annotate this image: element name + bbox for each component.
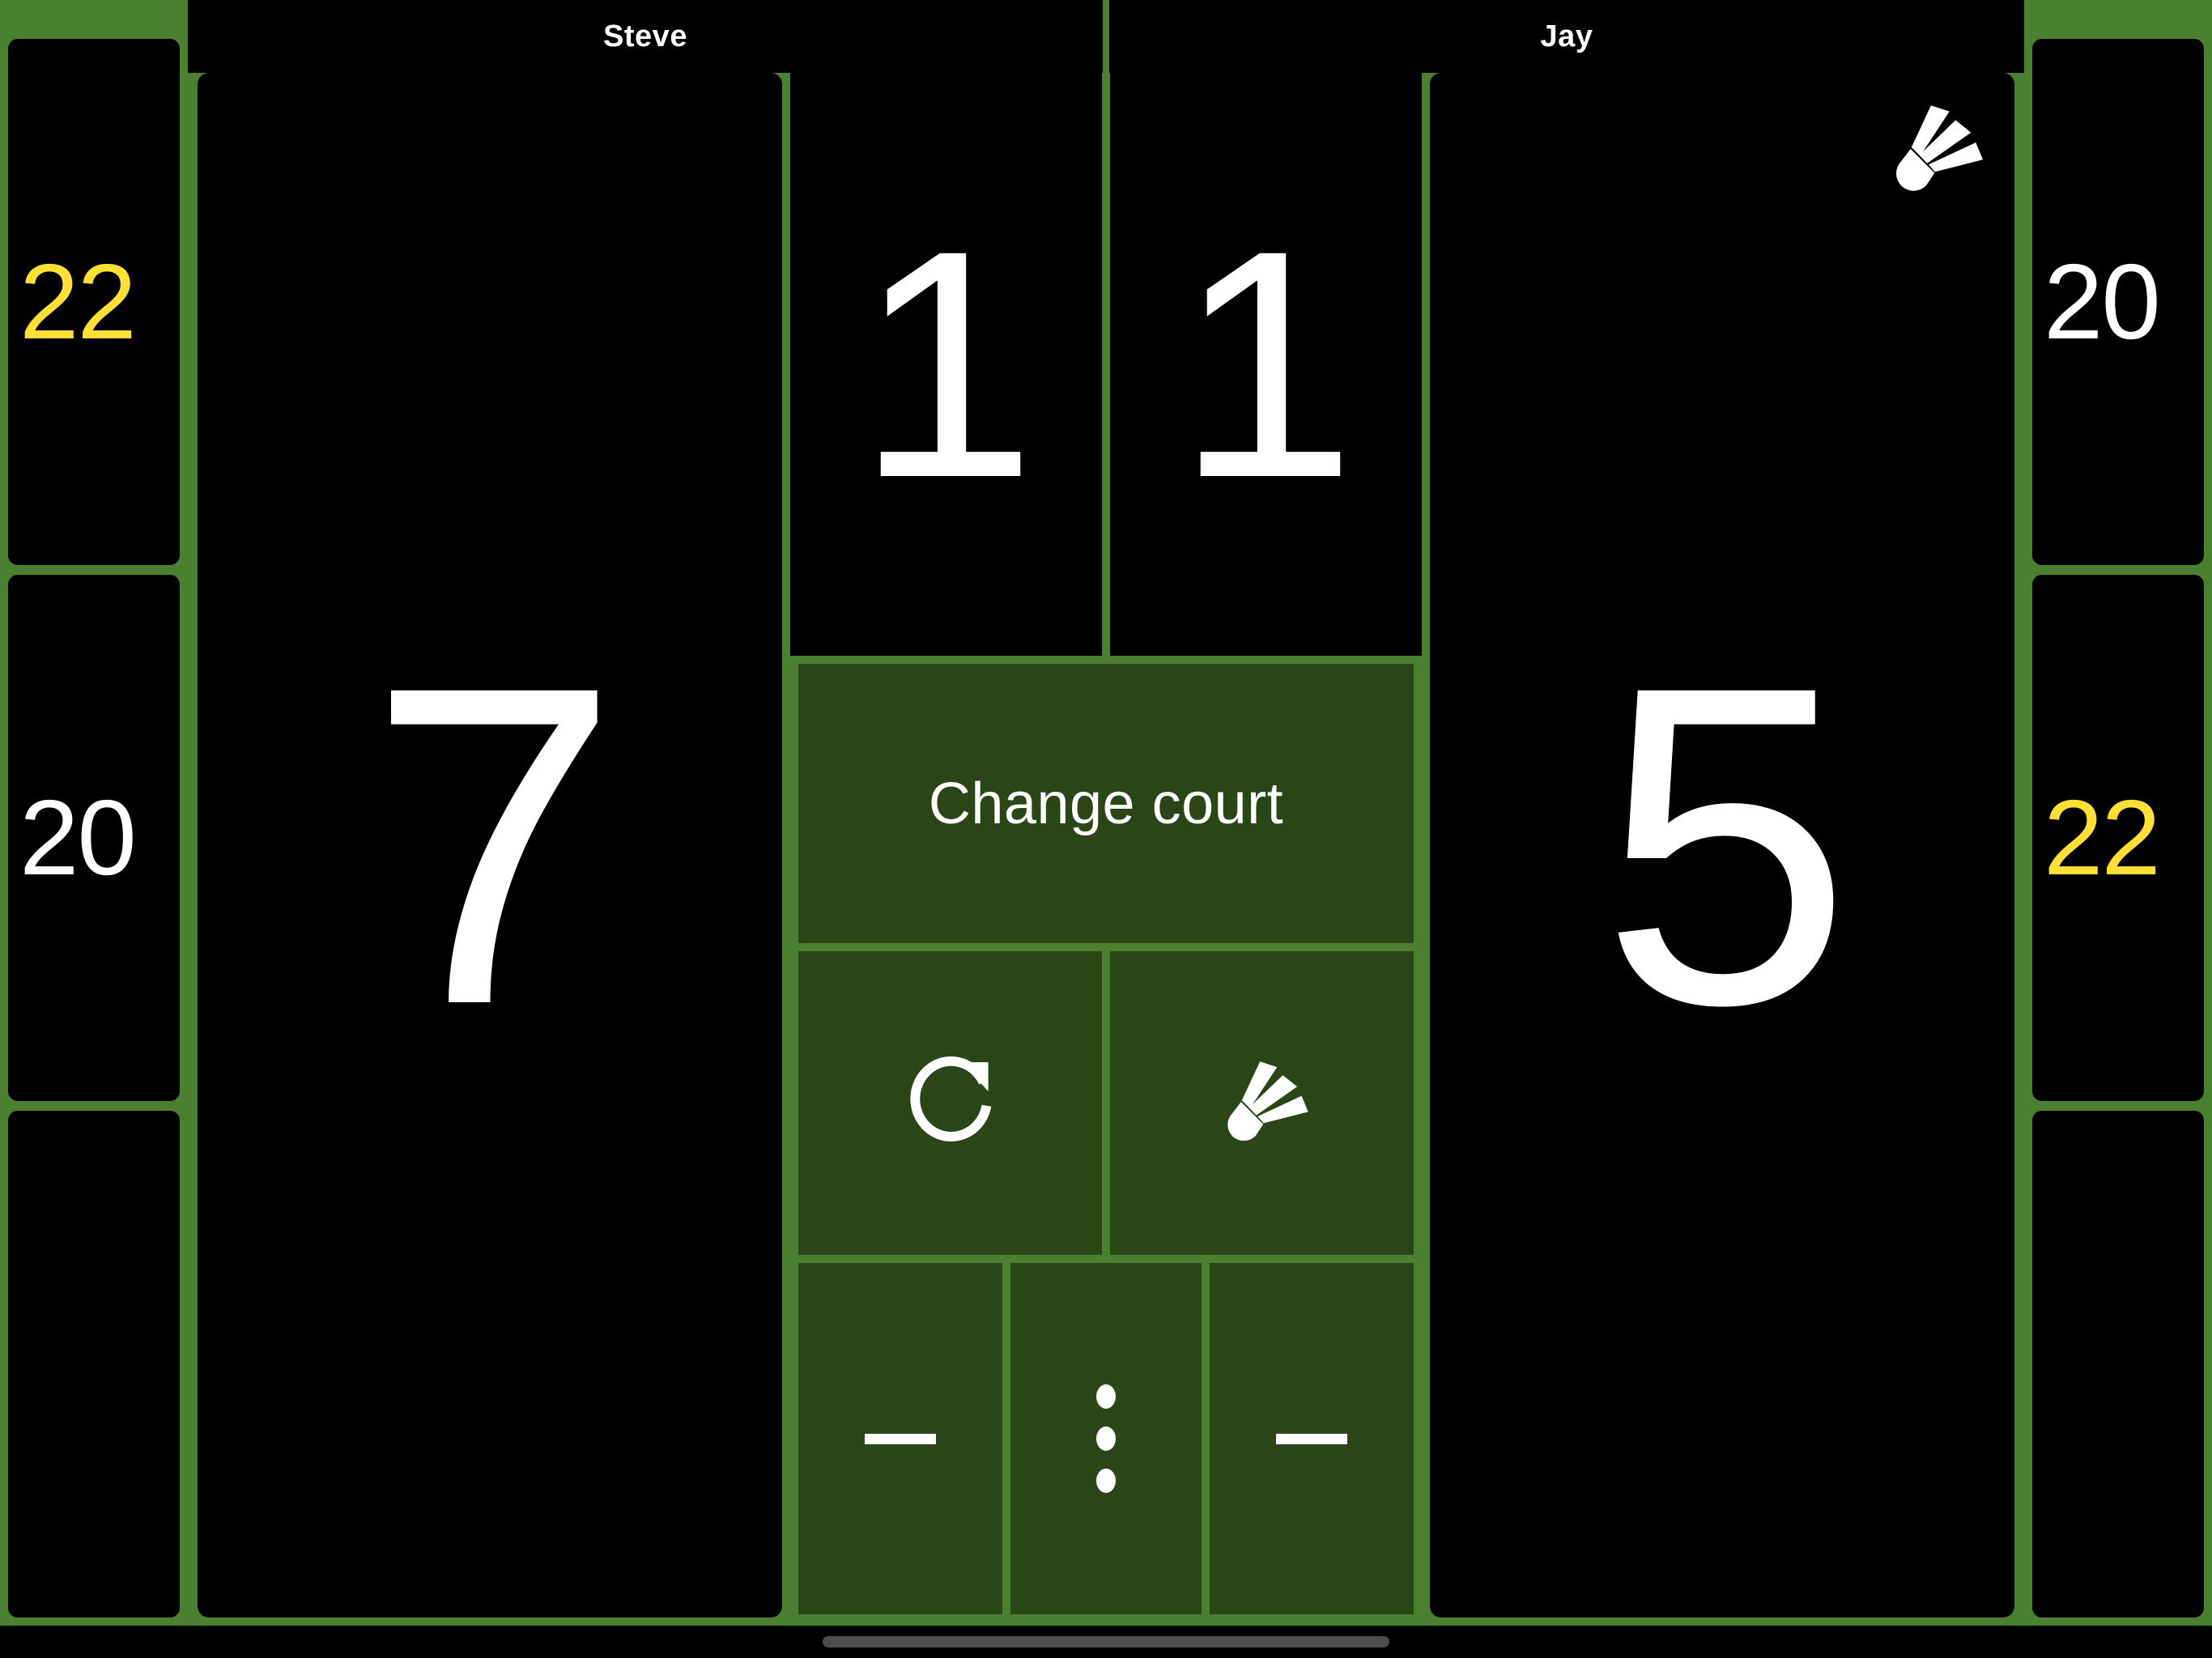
right-decrement-button[interactable] [1210, 1263, 1414, 1614]
decrement-and-menu-row [798, 1263, 1414, 1614]
left-history-value-1: 22 [19, 242, 137, 361]
right-player-sets-won: 1 [1110, 73, 1422, 656]
right-history-value-2: 22 [2044, 778, 2161, 897]
serve-toggle-button[interactable] [1110, 951, 1414, 1255]
name-separator [1103, 0, 1109, 73]
right-history-cell-1[interactable]: 20 [2032, 39, 2204, 565]
system-home-indicator-area [0, 1626, 2212, 1658]
badminton-scoreboard-app: 22 20 Steve Jay 7 1 1 Change court 5 20 … [0, 0, 2212, 1658]
left-decrement-button[interactable] [798, 1263, 1002, 1614]
right-history-value-1: 20 [2044, 242, 2161, 361]
minus-icon [1276, 1433, 1347, 1444]
sets-won-row: 1 1 [790, 73, 1422, 664]
right-player-score: 5 [1600, 592, 1852, 1099]
scoreboard-board: 22 20 Steve Jay 7 1 1 Change court 5 20 … [0, 0, 2212, 1626]
shuttlecock-icon [1210, 1051, 1315, 1156]
home-indicator-bar[interactable] [823, 1636, 1389, 1647]
shuttlecock-icon [1877, 94, 1990, 207]
right-history-cell-2[interactable]: 22 [2032, 575, 2204, 1101]
three-dots-vertical-icon [1096, 1384, 1116, 1493]
left-history-cell-2[interactable]: 20 [8, 575, 180, 1101]
serve-indicator [1877, 94, 1990, 207]
undo-button[interactable] [798, 951, 1102, 1255]
left-history-cell-1[interactable]: 22 [8, 39, 180, 565]
right-player-name[interactable]: Jay [1109, 0, 2024, 73]
left-player-name[interactable]: Steve [188, 0, 1103, 73]
center-control-column: 1 1 Change court [790, 0, 1422, 1626]
player-names-strip: Steve Jay [188, 0, 2024, 73]
left-player-sets-won: 1 [790, 73, 1102, 656]
right-player-score-area[interactable]: 5 [1430, 73, 2014, 1618]
minus-icon [865, 1433, 936, 1444]
right-set-history-column: 20 22 [2024, 0, 2212, 1626]
left-history-cell-3[interactable] [8, 1111, 180, 1618]
change-court-button[interactable]: Change court [798, 664, 1414, 943]
action-icon-row [798, 951, 1414, 1255]
overflow-menu-button[interactable] [1010, 1263, 1202, 1614]
left-set-history-column: 22 20 [0, 0, 188, 1626]
left-player-score: 7 [368, 592, 619, 1099]
redo-icon [898, 1051, 1003, 1156]
right-history-cell-3[interactable] [2032, 1111, 2204, 1618]
main-score-area: Steve Jay 7 1 1 Change court 5 [188, 0, 2024, 1626]
left-player-panel[interactable]: 7 [188, 0, 790, 1626]
left-player-score-area[interactable]: 7 [198, 73, 782, 1618]
left-history-value-2: 20 [19, 778, 137, 897]
right-player-panel[interactable]: 5 [1422, 0, 2024, 1626]
